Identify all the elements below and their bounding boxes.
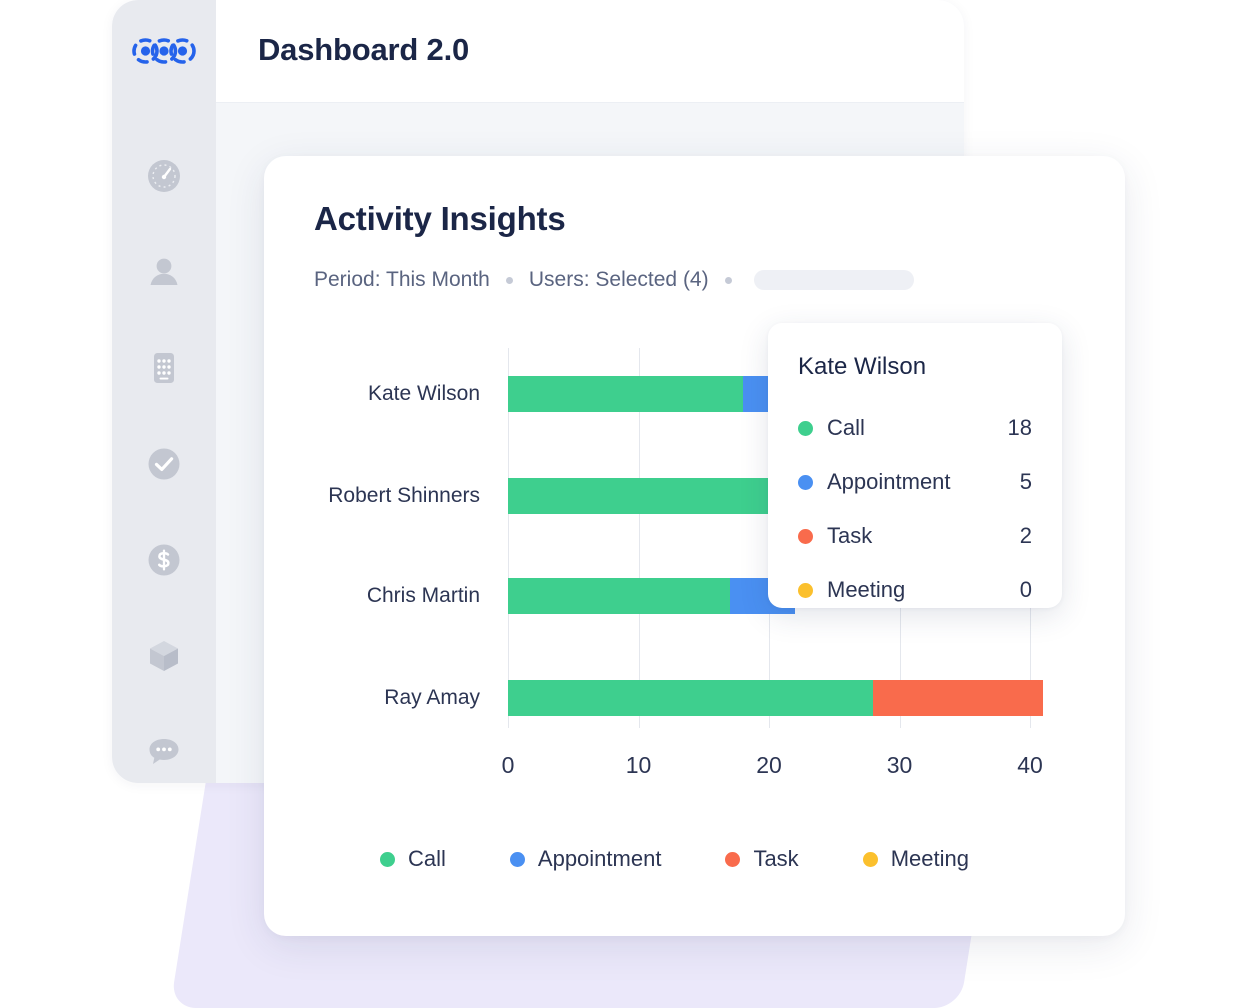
chart-x-tick-label: 0	[502, 752, 515, 779]
keypad-icon	[144, 348, 184, 388]
legend-swatch-icon	[725, 852, 740, 867]
legend-item-task[interactable]: Task	[725, 846, 798, 872]
chart-tooltip: Kate Wilson Call18Appointment5Task2Meeti…	[768, 323, 1062, 608]
tooltip-rows: Call18Appointment5Task2Meeting0	[798, 401, 1032, 617]
meta-users[interactable]: Users: Selected (4)	[529, 268, 709, 292]
tooltip-value: 2	[1020, 523, 1032, 549]
tooltip-swatch-icon	[798, 529, 813, 544]
sidebar	[112, 0, 216, 783]
dollar-circle-icon	[144, 540, 184, 580]
chart-bar-segment-task[interactable]	[873, 680, 1043, 716]
chat-bubble-icon	[144, 732, 184, 772]
chart-bar-segment-call[interactable]	[508, 578, 730, 614]
chart-category-label: Kate Wilson	[264, 382, 480, 406]
sidebar-item-messages[interactable]	[112, 704, 216, 783]
person-icon	[144, 252, 184, 292]
gauge-icon	[144, 156, 184, 196]
legend-label: Meeting	[891, 846, 969, 872]
legend-swatch-icon	[863, 852, 878, 867]
chart-bar-segment-call[interactable]	[508, 478, 769, 514]
chart-category-label: Robert Shinners	[264, 484, 480, 508]
sidebar-item-dashboard[interactable]	[112, 128, 216, 224]
tooltip-label: Meeting	[827, 577, 1020, 603]
meta-period[interactable]: Period: This Month	[314, 268, 490, 292]
chart-bar[interactable]	[508, 680, 1043, 716]
legend-item-meeting[interactable]: Meeting	[863, 846, 969, 872]
tooltip-label: Task	[827, 523, 1020, 549]
chart-category-label: Ray Amay	[264, 686, 480, 710]
sidebar-nav	[112, 128, 216, 783]
chart-legend: Call Appointment Task Meeting	[380, 846, 1033, 872]
legend-label: Call	[408, 846, 446, 872]
chart-category-label: Chris Martin	[264, 584, 480, 608]
tooltip-value: 5	[1020, 469, 1032, 495]
chart-gridline	[639, 348, 640, 728]
tooltip-row-meeting: Meeting0	[798, 563, 1032, 617]
chart-bar[interactable]	[508, 578, 795, 614]
sidebar-item-products[interactable]	[112, 608, 216, 704]
card-title: Activity Insights	[314, 200, 565, 238]
chart-x-tick-label: 30	[887, 752, 913, 779]
chart-bar-segment-call[interactable]	[508, 680, 873, 716]
tooltip-swatch-icon	[798, 475, 813, 490]
page-title: Dashboard 2.0	[258, 32, 469, 68]
legend-swatch-icon	[380, 852, 395, 867]
sidebar-item-contacts[interactable]	[112, 224, 216, 320]
legend-item-appointment[interactable]: Appointment	[510, 846, 662, 872]
card-meta: Period: This Month Users: Selected (4)	[314, 268, 914, 292]
sidebar-item-deals[interactable]	[112, 512, 216, 608]
cube-icon	[144, 636, 184, 676]
chart-bar[interactable]	[508, 478, 769, 514]
chart-gridline	[508, 348, 509, 728]
tooltip-label: Appointment	[827, 469, 1020, 495]
legend-label: Appointment	[538, 846, 662, 872]
tooltip-row-call: Call18	[798, 401, 1032, 455]
legend-swatch-icon	[510, 852, 525, 867]
meta-separator-dot	[725, 277, 732, 284]
tooltip-value: 0	[1020, 577, 1032, 603]
legend-item-call[interactable]: Call	[380, 846, 446, 872]
tooltip-title: Kate Wilson	[798, 353, 1032, 381]
chart-bar-segment-call[interactable]	[508, 376, 743, 412]
linked-circles-logo[interactable]	[132, 30, 196, 72]
tooltip-swatch-icon	[798, 583, 813, 598]
tooltip-swatch-icon	[798, 421, 813, 436]
sidebar-item-dialer[interactable]	[112, 320, 216, 416]
tooltip-value: 18	[1008, 415, 1032, 441]
chart-x-tick-label: 10	[626, 752, 652, 779]
check-circle-icon	[144, 444, 184, 484]
sidebar-item-tasks[interactable]	[112, 416, 216, 512]
meta-separator-dot	[506, 277, 513, 284]
chart-x-tick-label: 40	[1017, 752, 1043, 779]
tooltip-label: Call	[827, 415, 1008, 441]
app-topbar: Dashboard 2.0	[112, 0, 964, 103]
tooltip-row-task: Task2	[798, 509, 1032, 563]
meta-placeholder-pill[interactable]	[754, 270, 914, 290]
legend-label: Task	[753, 846, 798, 872]
chart-x-tick-label: 20	[756, 752, 782, 779]
tooltip-row-appointment: Appointment5	[798, 455, 1032, 509]
